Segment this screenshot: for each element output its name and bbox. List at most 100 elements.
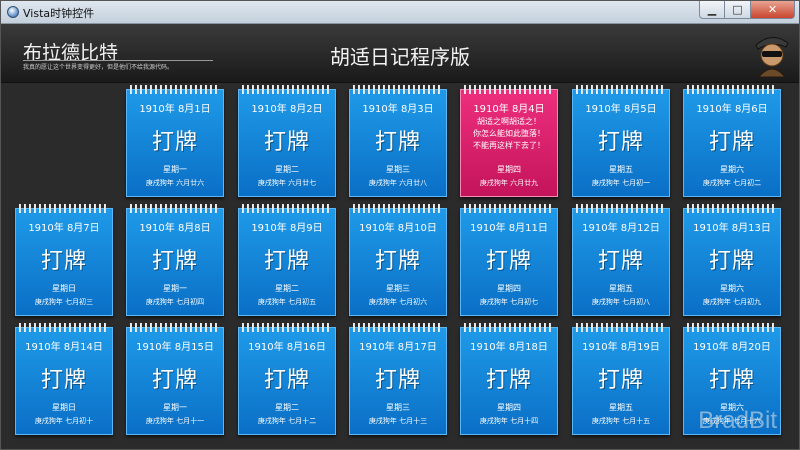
- card-weekday: 星期五: [609, 165, 633, 174]
- card-weekday: 星期二: [275, 165, 299, 174]
- title-bar[interactable]: Vista时钟控件 ▁ □ ✕: [1, 1, 799, 24]
- binder-rings: [464, 204, 554, 213]
- app-window: Vista时钟控件 ▁ □ ✕ 布拉德比特 我真的愿让这个世界变得更好，但是他们…: [0, 0, 800, 450]
- calendar-day-card[interactable]: 1910年 8月18日打牌星期四庚戌狗年 七月十四: [460, 323, 558, 435]
- card-lunar-date: 庚戌狗年 七月初三: [34, 298, 94, 306]
- card-date: 1910年 8月10日: [359, 223, 437, 234]
- maximize-icon: □: [732, 3, 743, 16]
- binder-rings: [242, 323, 332, 332]
- card-lunar-date: 庚戌狗年 七月十一: [145, 417, 205, 425]
- card-date: 1910年 8月5日: [585, 104, 657, 115]
- diary-entry: 打牌: [708, 249, 755, 274]
- diary-entry: 打牌: [485, 368, 532, 393]
- calendar-day-card[interactable]: 1910年 8月14日 打牌 星期日 庚戌狗年 七月初十: [15, 323, 113, 435]
- binder-rings: [464, 323, 554, 332]
- diary-entry: 打牌: [708, 368, 755, 393]
- card-lunar-date: 庚戌狗年 七月十五: [591, 417, 651, 425]
- card-weekday: 星期五: [609, 403, 633, 412]
- binder-rings: [464, 85, 554, 94]
- card-date: 1910年 8月17日: [359, 342, 437, 353]
- card-lunar-date: 庚戌狗年 七月初七: [479, 298, 539, 306]
- maximize-button[interactable]: □: [725, 1, 751, 19]
- card-weekday: 星期一: [163, 403, 187, 412]
- diary-entry: 打牌: [151, 368, 198, 393]
- card-lunar-date: 庚戌狗年 六月廿七: [257, 179, 317, 187]
- card-date: 1910年 8月4日: [473, 104, 545, 115]
- card-lunar-date: 庚戌狗年 七月初四: [145, 298, 205, 306]
- calendar-day-card[interactable]: 1910年 8月8日 打牌 星期一 庚戌狗年 七月初四: [126, 204, 224, 316]
- card-weekday: 星期四: [497, 165, 521, 174]
- card-lunar-date: 庚戌狗年 七月初二: [702, 179, 762, 187]
- calendar-day-card[interactable]: 1910年 8月16日 打牌 星期二 庚戌狗年 七月十二: [238, 323, 336, 435]
- card-date: 1910年 8月3日: [362, 104, 434, 115]
- binder-rings: [19, 323, 109, 332]
- card-date: 1910年 8月15日: [136, 342, 214, 353]
- card-date: 1910年 8月7日: [28, 223, 100, 234]
- card-date: 1910年 8月2日: [251, 104, 323, 115]
- watermark: BradBit: [698, 407, 777, 434]
- card-weekday: 星期五: [609, 284, 633, 293]
- diary-entry: 打牌: [40, 249, 87, 274]
- diary-entry: 打牌: [151, 249, 198, 274]
- calendar-day-card[interactable]: 1910年 8月4日 胡适之啊胡适之！ 你怎么能如此堕落！ 不能再这样下去了！ 星期四庚…: [460, 85, 558, 197]
- calendar-day-card[interactable]: 1910年 8月9日 打牌 星期二 庚戌狗年 七月初五: [238, 204, 336, 316]
- card-date: 1910年 8月18日: [470, 342, 548, 353]
- card-date: 1910年 8月12日: [582, 223, 660, 234]
- window-controls: ▁ □ ✕: [699, 1, 795, 21]
- card-lunar-date: 庚戌狗年 六月廿八: [368, 179, 428, 187]
- card-lunar-date: 庚戌狗年 七月十四: [479, 417, 539, 425]
- binder-rings: [576, 85, 666, 94]
- card-weekday: 星期一: [163, 165, 187, 174]
- calendar-day-card[interactable]: 1910年 8月13日 打牌 星期六 庚戌狗年 七月初九: [683, 204, 781, 316]
- card-weekday: 星期三: [386, 284, 410, 293]
- card-date: 1910年 8月14日: [25, 342, 103, 353]
- binder-rings: [130, 85, 220, 94]
- calendar-day-card[interactable]: 1910年 8月12日 打牌 星期五 庚戌狗年 七月初八: [572, 204, 670, 316]
- card-lunar-date: 庚戌狗年 七月初九: [702, 298, 762, 306]
- diary-entry: 打牌: [374, 249, 421, 274]
- calendar-day-card[interactable]: 1910年 8月2日 打牌 星期二 庚戌狗年 六月廿七: [238, 85, 336, 197]
- binder-rings: [130, 323, 220, 332]
- card-lunar-date: 庚戌狗年 七月初五: [257, 298, 317, 306]
- app-header: 布拉德比特 我真的愿让这个世界变得更好，但是他们不给我源代码。 胡适日记程序版: [1, 24, 799, 83]
- calendar-day-card[interactable]: 1910年 8月1日 打牌 星期一 庚戌狗年 六月廿六: [126, 85, 224, 197]
- calendar-day-card[interactable]: 1910年 8月5日 打牌 星期五 庚戌狗年 七月初一: [572, 85, 670, 197]
- calendar-day-card[interactable]: 1910年 8月6日 打牌 星期六 庚戌狗年 七月初二: [683, 85, 781, 197]
- diary-entry: 打牌: [263, 249, 310, 274]
- calendar-day-card[interactable]: 1910年 8月10日 打牌 星期三 庚戌狗年 七月初六: [349, 204, 447, 316]
- binder-rings: [353, 323, 443, 332]
- diary-entry: 打牌: [374, 130, 421, 155]
- binder-rings: [19, 204, 109, 213]
- card-weekday: 星期四: [497, 403, 521, 412]
- card-date: 1910年 8月16日: [248, 342, 326, 353]
- calendar-day-card[interactable]: 1910年 8月19日 打牌 星期五 庚戌狗年 七月十五: [572, 323, 670, 435]
- minimize-icon: ▁: [707, 3, 717, 16]
- calendar-day-card[interactable]: 1910年 8月3日 打牌 星期三 庚戌狗年 六月廿八: [349, 85, 447, 197]
- diary-entry: 打牌: [597, 130, 644, 155]
- window-title: Vista时钟控件: [23, 7, 95, 20]
- page-title: 胡适日记程序版: [330, 45, 470, 69]
- binder-rings: [353, 85, 443, 94]
- card-date: 1910年 8月13日: [693, 223, 771, 234]
- close-icon: ✕: [767, 3, 778, 16]
- calendar-day-card[interactable]: 1910年 8月11日 打牌 星期四 庚戌狗年 七月初七: [460, 204, 558, 316]
- card-date: 1910年 8月9日: [251, 223, 323, 234]
- card-lunar-date: 庚戌狗年 七月十二: [257, 417, 317, 425]
- card-weekday: 星期二: [275, 403, 299, 412]
- calendar-day-card[interactable]: 1910年 8月15日打牌星期一庚戌狗年 七月十一: [126, 323, 224, 435]
- diary-note-line: 你怎么能如此堕落！: [473, 129, 545, 138]
- calendar-day-card[interactable]: 1910年 8月7日打牌星期日庚戌狗年 七月初三: [15, 204, 113, 316]
- binder-rings: [353, 204, 443, 213]
- card-date: 1910年 8月20日: [693, 342, 771, 353]
- minimize-button[interactable]: ▁: [699, 1, 725, 19]
- binder-rings: [687, 323, 777, 332]
- calendar-day-card[interactable]: 1910年 8月17日 打牌 星期三 庚戌狗年 七月十三: [349, 323, 447, 435]
- card-lunar-date: 庚戌狗年 六月廿六: [145, 179, 205, 187]
- close-button[interactable]: ✕: [751, 1, 795, 19]
- diary-note-line: 不能再这样下去了！: [473, 141, 545, 150]
- card-lunar-date: 庚戌狗年 六月廿九: [479, 179, 539, 187]
- diary-entry: 打牌: [485, 249, 532, 274]
- binder-rings: [242, 85, 332, 94]
- card-lunar-date: 庚戌狗年 七月十三: [368, 417, 428, 425]
- card-weekday: 星期日: [52, 284, 76, 293]
